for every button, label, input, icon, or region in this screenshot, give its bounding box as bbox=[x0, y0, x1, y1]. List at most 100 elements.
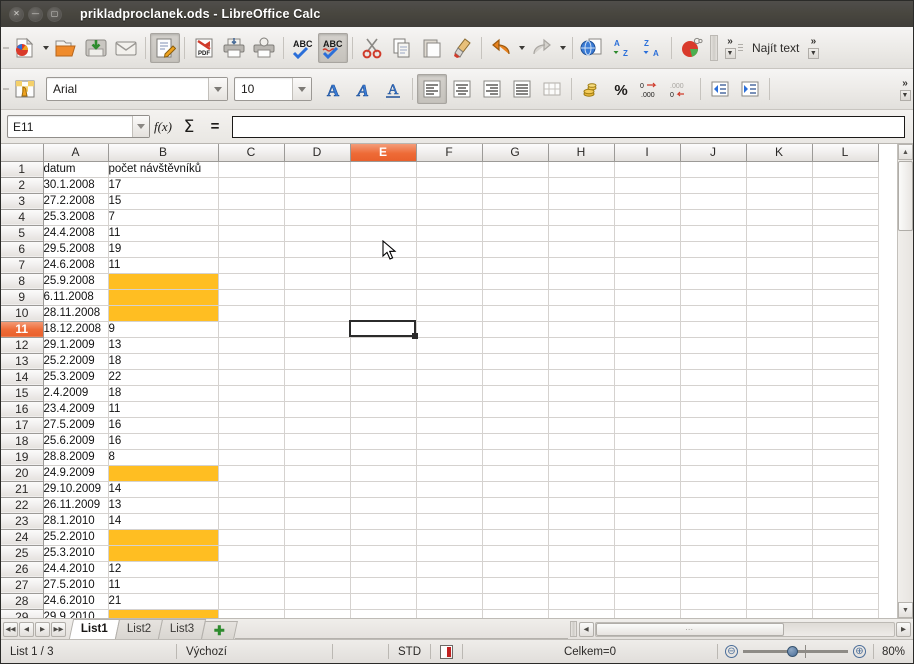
cell-H10[interactable] bbox=[548, 305, 615, 322]
cell-B9[interactable] bbox=[108, 289, 219, 306]
cell-D5[interactable] bbox=[284, 225, 351, 242]
selection-mode[interactable]: STD bbox=[389, 646, 430, 658]
cell-F13[interactable] bbox=[416, 353, 483, 370]
cell-A18[interactable]: 25.6.2009 bbox=[43, 433, 109, 450]
cell-G5[interactable] bbox=[482, 225, 549, 242]
row-header-10[interactable]: 10 bbox=[1, 305, 44, 322]
clone-formatting-icon[interactable] bbox=[447, 33, 477, 63]
select-all-corner[interactable] bbox=[1, 144, 44, 162]
cell-L24[interactable] bbox=[812, 529, 879, 546]
cell-G7[interactable] bbox=[482, 257, 549, 274]
cell-D26[interactable] bbox=[284, 561, 351, 578]
cell-B10[interactable] bbox=[108, 305, 219, 322]
cell-I16[interactable] bbox=[614, 401, 681, 418]
cell-J29[interactable] bbox=[680, 609, 747, 618]
cell-A2[interactable]: 30.1.2008 bbox=[43, 177, 109, 194]
open-icon[interactable] bbox=[51, 33, 81, 63]
cell-K2[interactable] bbox=[746, 177, 813, 194]
cell-E26[interactable] bbox=[350, 561, 417, 578]
sheet-grid[interactable]: A B C D E F G H I J K L 1 datum počet návštěvníků 2 30.1… bbox=[1, 144, 897, 618]
cell-D2[interactable] bbox=[284, 177, 351, 194]
cell-A10[interactable]: 28.11.2008 bbox=[43, 305, 109, 322]
cell-E1[interactable] bbox=[350, 161, 417, 178]
cell-B28[interactable]: 21 bbox=[108, 593, 219, 610]
cell-F23[interactable] bbox=[416, 513, 483, 530]
redo-dropdown[interactable] bbox=[557, 34, 568, 62]
cell-D13[interactable] bbox=[284, 353, 351, 370]
cell-K12[interactable] bbox=[746, 337, 813, 354]
cell-J20[interactable] bbox=[680, 465, 747, 482]
cell-H17[interactable] bbox=[548, 417, 615, 434]
cell-G16[interactable] bbox=[482, 401, 549, 418]
cell-E11[interactable] bbox=[350, 321, 417, 338]
cell-E19[interactable] bbox=[350, 449, 417, 466]
row-header-19[interactable]: 19 bbox=[1, 449, 44, 466]
cell-E20[interactable] bbox=[350, 465, 417, 482]
cell-I14[interactable] bbox=[614, 369, 681, 386]
cell-G25[interactable] bbox=[482, 545, 549, 562]
cell-C23[interactable] bbox=[218, 513, 285, 530]
cell-I11[interactable] bbox=[614, 321, 681, 338]
cell-I10[interactable] bbox=[614, 305, 681, 322]
cell-C3[interactable] bbox=[218, 193, 285, 210]
export-pdf-icon[interactable]: PDF bbox=[189, 33, 219, 63]
new-document-dropdown[interactable] bbox=[40, 34, 51, 62]
cell-I1[interactable] bbox=[614, 161, 681, 178]
cell-F27[interactable] bbox=[416, 577, 483, 594]
find-text-field[interactable]: Najít text bbox=[746, 41, 805, 55]
cell-B17[interactable]: 16 bbox=[108, 417, 219, 434]
cell-H18[interactable] bbox=[548, 433, 615, 450]
cell-D22[interactable] bbox=[284, 497, 351, 514]
cell-E10[interactable] bbox=[350, 305, 417, 322]
cell-F12[interactable] bbox=[416, 337, 483, 354]
cell-G12[interactable] bbox=[482, 337, 549, 354]
cell-J5[interactable] bbox=[680, 225, 747, 242]
cell-J10[interactable] bbox=[680, 305, 747, 322]
cell-I7[interactable] bbox=[614, 257, 681, 274]
undo-icon[interactable] bbox=[486, 33, 516, 63]
vertical-scroll-thumb[interactable] bbox=[898, 161, 913, 231]
cell-H13[interactable] bbox=[548, 353, 615, 370]
cell-K23[interactable] bbox=[746, 513, 813, 530]
cell-A24[interactable]: 25.2.2010 bbox=[43, 529, 109, 546]
percent-icon[interactable]: % bbox=[606, 74, 636, 104]
cell-J17[interactable] bbox=[680, 417, 747, 434]
cell-C14[interactable] bbox=[218, 369, 285, 386]
sheet-tab-list2[interactable]: List2 bbox=[114, 619, 164, 639]
cell-H1[interactable] bbox=[548, 161, 615, 178]
cell-H28[interactable] bbox=[548, 593, 615, 610]
cell-I24[interactable] bbox=[614, 529, 681, 546]
copy-icon[interactable] bbox=[387, 33, 417, 63]
cell-D20[interactable] bbox=[284, 465, 351, 482]
cell-F7[interactable] bbox=[416, 257, 483, 274]
cell-H3[interactable] bbox=[548, 193, 615, 210]
cell-K20[interactable] bbox=[746, 465, 813, 482]
cell-L4[interactable] bbox=[812, 209, 879, 226]
cell-E22[interactable] bbox=[350, 497, 417, 514]
row-header-9[interactable]: 9 bbox=[1, 289, 44, 306]
cell-B16[interactable]: 11 bbox=[108, 401, 219, 418]
cell-I21[interactable] bbox=[614, 481, 681, 498]
cell-D25[interactable] bbox=[284, 545, 351, 562]
cell-L22[interactable] bbox=[812, 497, 879, 514]
cell-L16[interactable] bbox=[812, 401, 879, 418]
cell-K16[interactable] bbox=[746, 401, 813, 418]
underline-icon[interactable]: A bbox=[378, 74, 408, 104]
sheet-tab-list1[interactable]: List1 bbox=[68, 619, 120, 639]
cell-A19[interactable]: 28.8.2009 bbox=[43, 449, 109, 466]
column-header-E[interactable]: E bbox=[350, 144, 417, 162]
align-left-icon[interactable] bbox=[417, 74, 447, 104]
cell-F29[interactable] bbox=[416, 609, 483, 618]
cell-J18[interactable] bbox=[680, 433, 747, 450]
cell-C4[interactable] bbox=[218, 209, 285, 226]
cell-K7[interactable] bbox=[746, 257, 813, 274]
cell-F20[interactable] bbox=[416, 465, 483, 482]
cell-C20[interactable] bbox=[218, 465, 285, 482]
cell-G22[interactable] bbox=[482, 497, 549, 514]
cell-L13[interactable] bbox=[812, 353, 879, 370]
cell-K11[interactable] bbox=[746, 321, 813, 338]
cell-I26[interactable] bbox=[614, 561, 681, 578]
cell-A7[interactable]: 24.6.2008 bbox=[43, 257, 109, 274]
cell-I13[interactable] bbox=[614, 353, 681, 370]
cell-H15[interactable] bbox=[548, 385, 615, 402]
